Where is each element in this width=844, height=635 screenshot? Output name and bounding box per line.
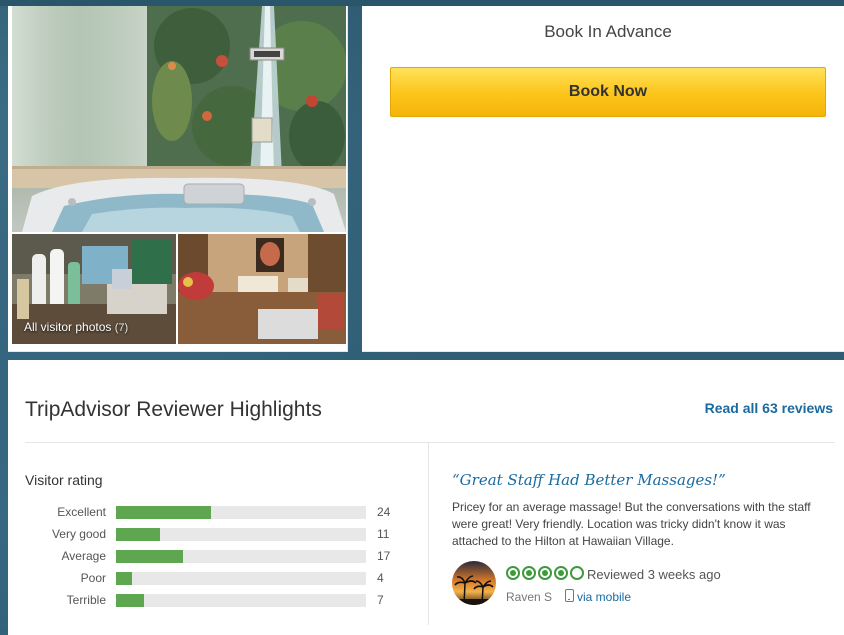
reviewed-date: Reviewed 3 weeks ago: [587, 567, 721, 582]
bubble-empty-icon: [570, 566, 584, 580]
rating-bar-fill: [116, 528, 160, 541]
rating-bar-fill: [116, 506, 212, 519]
reviewer-avatar[interactable]: [452, 561, 496, 605]
highlights-divider: [25, 442, 835, 443]
bubble-filled-icon: [522, 566, 536, 580]
visitor-rating-heading: Visitor rating: [25, 472, 103, 488]
rating-count: 4: [377, 571, 384, 585]
book-in-advance-heading: Book In Advance: [544, 22, 672, 41]
main-photo-hot-tub[interactable]: [12, 6, 346, 232]
bubble-filled-icon: [554, 566, 568, 580]
rating-bar-track: [116, 572, 366, 585]
rating-label: Very good: [51, 527, 106, 541]
thumbnail-photo-supplies[interactable]: All visitor photos (7): [12, 234, 176, 344]
review-snippet: Pricey for an average massage! But the c…: [452, 500, 811, 548]
rating-row-very-good[interactable]: Very good 11: [8, 525, 428, 543]
book-now-button[interactable]: Book Now: [390, 67, 826, 117]
rating-row-terrible[interactable]: Terrible 7: [8, 591, 428, 609]
rating-count: 24: [377, 505, 391, 519]
bubble-rating: [506, 566, 584, 580]
rating-count: 7: [377, 593, 384, 607]
thumbnail-photo-reception[interactable]: [178, 234, 346, 344]
rating-row-average[interactable]: Average 17: [8, 547, 428, 565]
rating-label: Average: [61, 549, 106, 563]
rating-bar-track: [116, 506, 366, 519]
via-mobile-link[interactable]: via mobile: [577, 590, 631, 604]
rating-bar-fill: [116, 550, 184, 563]
visitor-photos-count: (7): [114, 322, 129, 334]
rating-bar-fill: [116, 572, 132, 585]
mobile-phone-icon: [565, 589, 574, 602]
booking-card: Book In Advance Book Now: [362, 6, 844, 352]
read-all-reviews-link[interactable]: Read all 63 reviews: [705, 400, 833, 416]
reviewer-highlights-section: TripAdvisor Reviewer Highlights Read all…: [8, 360, 844, 635]
rating-count: 11: [377, 527, 390, 541]
rating-bar-track: [116, 594, 366, 607]
column-divider: [428, 443, 429, 625]
rating-bar-fill: [116, 594, 144, 607]
rating-bar-track: [116, 550, 366, 563]
all-visitor-photos-link[interactable]: All visitor photos (7): [24, 320, 128, 334]
rating-label: Poor: [80, 571, 106, 585]
visitor-photos-label: All visitor photos: [24, 320, 112, 334]
reviewer-name[interactable]: Raven S: [506, 590, 552, 604]
rating-label: Terrible: [66, 593, 106, 607]
rating-row-excellent[interactable]: Excellent 24: [8, 503, 428, 521]
highlights-title: TripAdvisor Reviewer Highlights: [25, 398, 322, 421]
rating-row-poor[interactable]: Poor 4: [8, 569, 428, 587]
bubble-filled-icon: [506, 566, 520, 580]
attraction-page: All visitor photos (7) Book In Advance B…: [0, 6, 844, 635]
rating-label: Excellent: [57, 505, 106, 519]
bubble-filled-icon: [538, 566, 552, 580]
photo-card: All visitor photos (7): [8, 6, 348, 352]
rating-bar-track: [116, 528, 366, 541]
review-title-link[interactable]: “Great Staff Had Better Massages!”: [452, 471, 726, 489]
rating-count: 17: [377, 549, 391, 563]
